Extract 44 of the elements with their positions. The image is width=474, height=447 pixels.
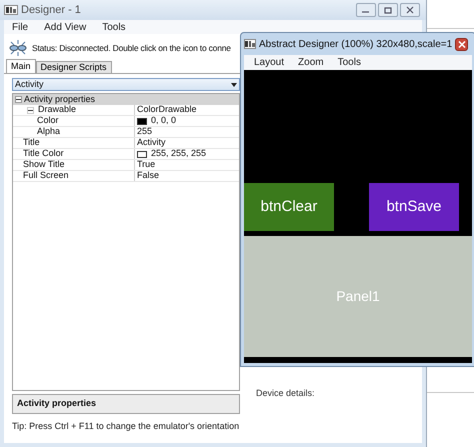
designer-button[interactable]: btnSave [369, 183, 459, 231]
designer-button[interactable]: btnClear [244, 183, 334, 231]
window-title: Designer - 1 [21, 2, 81, 18]
module-dropdown[interactable]: Activity [12, 78, 240, 91]
menu-item[interactable]: Add View [44, 20, 86, 34]
menu-item[interactable]: Tools [338, 55, 361, 70]
collapse-toggle[interactable] [15, 96, 22, 103]
close-button[interactable] [455, 38, 468, 50]
property-name: Drawable [38, 104, 76, 116]
close-icon [405, 6, 415, 14]
category-label: Activity properties [24, 92, 96, 106]
close-button[interactable] [400, 3, 420, 17]
tip-text: Tip: Press Ctrl + F11 to change the emulator's orientation [12, 420, 240, 433]
tab[interactable]: Designer Scripts [36, 61, 112, 73]
property-name: Title Color [23, 147, 64, 160]
property-value: 255 [137, 125, 152, 138]
property-value: 0, 0, 0 [151, 114, 176, 128]
window-title: Abstract Designer (100%) 320x480,scale=1 [259, 38, 452, 52]
property-name: Show Title [23, 158, 65, 172]
property-name: Full Screen [23, 169, 69, 182]
property-value: 255, 255, 255 [151, 147, 206, 160]
disconnected-icon[interactable] [8, 40, 28, 56]
app-logo-icon [4, 5, 18, 15]
property-value: False [137, 169, 160, 182]
property-name: Color [37, 114, 59, 128]
app-logo-icon [244, 39, 256, 49]
property-value: True [137, 158, 156, 172]
minimize-button[interactable] [356, 3, 376, 17]
collapse-toggle[interactable] [27, 106, 34, 114]
menu-item[interactable]: Tools [102, 20, 126, 34]
maximize-icon [383, 6, 393, 14]
maximize-button[interactable] [378, 3, 398, 17]
menu-item[interactable]: Layout [254, 55, 284, 70]
description-title: Activity properties [17, 397, 96, 410]
device-details-label: Device details: [256, 387, 315, 400]
tab[interactable]: Main [6, 59, 36, 73]
property-name: Title [23, 136, 40, 150]
status-text: Status: Disconnected. Double click on the icon to conne [32, 42, 231, 54]
close-icon [458, 40, 466, 48]
menu-item[interactable]: File [12, 20, 28, 34]
menu-item[interactable]: Zoom [298, 55, 324, 70]
property-name: Alpha [37, 125, 60, 138]
property-value: Activity [137, 136, 166, 150]
property-value: ColorDrawable [137, 103, 197, 116]
